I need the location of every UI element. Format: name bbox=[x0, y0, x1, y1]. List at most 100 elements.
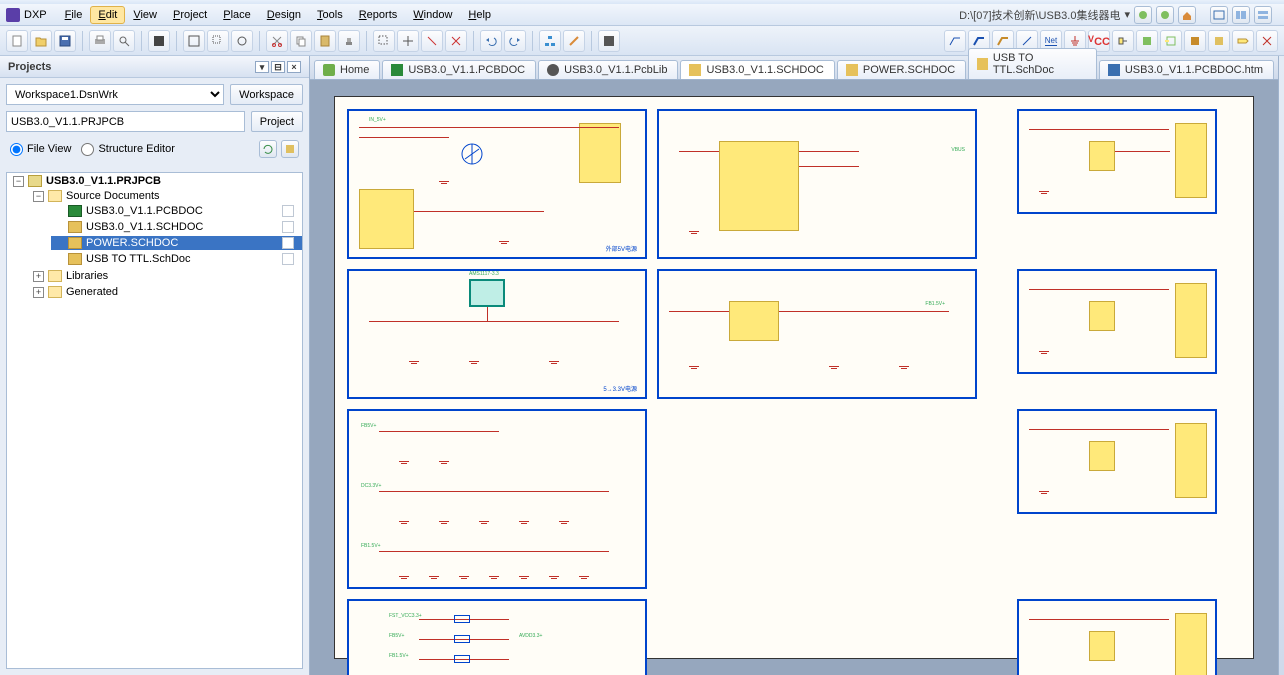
home-icon bbox=[323, 64, 335, 76]
nav-home-button[interactable] bbox=[1178, 6, 1196, 24]
net-tie-block: FST_VCC3.3+ FB5V+ FB1.5V+ AVDD3.3+ bbox=[347, 599, 647, 675]
print-button[interactable] bbox=[89, 30, 111, 52]
zoom-area-button[interactable] bbox=[207, 30, 229, 52]
doc-status-icon bbox=[282, 253, 294, 265]
tree-source-documents[interactable]: −Source Documents bbox=[31, 189, 302, 203]
htm-icon bbox=[1108, 64, 1120, 76]
preview-button[interactable] bbox=[113, 30, 135, 52]
menu-edit[interactable]: Edit bbox=[90, 6, 125, 24]
sch-icon bbox=[846, 64, 858, 76]
tab-usb-to-ttl-schdoc[interactable]: USB TO TTL.SchDoc bbox=[968, 48, 1097, 79]
tree-doc-usb3-0-v1-1-pcbdoc[interactable]: USB3.0_V1.1.PCBDOC bbox=[51, 204, 302, 218]
deselect-button[interactable] bbox=[421, 30, 443, 52]
tree-generated[interactable]: +Generated bbox=[31, 285, 302, 299]
menu-view[interactable]: View bbox=[125, 6, 165, 24]
cut-button[interactable] bbox=[266, 30, 288, 52]
project-button[interactable]: Project bbox=[251, 111, 303, 132]
path-text: D:\[07]技术创新\USB3.0集线器电 bbox=[959, 7, 1120, 23]
doc-status-icon bbox=[282, 221, 294, 233]
redo-button[interactable] bbox=[504, 30, 526, 52]
sch-icon bbox=[689, 64, 701, 76]
menu-place[interactable]: Place bbox=[215, 6, 259, 24]
harness-connector-button[interactable] bbox=[1208, 30, 1230, 52]
tree-doc-usb-to-ttl-schdoc[interactable]: USB TO TTL.SchDoc bbox=[51, 252, 302, 266]
sheet-symbol-button[interactable] bbox=[1136, 30, 1158, 52]
menu-reports[interactable]: Reports bbox=[351, 6, 406, 24]
file-view-radio[interactable]: File View bbox=[10, 143, 71, 156]
select-button[interactable] bbox=[373, 30, 395, 52]
tab-usb3-0-v1-1-pcbdoc[interactable]: USB3.0_V1.1.PCBDOC bbox=[382, 60, 536, 79]
tab-power-schdoc[interactable]: POWER.SCHDOC bbox=[837, 60, 966, 79]
cross-probe-button[interactable] bbox=[563, 30, 585, 52]
dxp-menu[interactable]: DXP bbox=[6, 8, 47, 22]
zoom-selected-button[interactable] bbox=[231, 30, 253, 52]
paste-button[interactable] bbox=[314, 30, 336, 52]
dxp-label: DXP bbox=[24, 9, 47, 21]
doc-status-icon bbox=[282, 237, 294, 249]
current-path: D:\[07]技术创新\USB3.0集线器电 ▾ bbox=[959, 6, 1278, 24]
compile-button[interactable] bbox=[148, 30, 170, 52]
workspace-button[interactable]: Workspace bbox=[230, 84, 303, 105]
sch-icon bbox=[977, 58, 988, 70]
structure-editor-radio[interactable]: Structure Editor bbox=[81, 143, 174, 156]
tab-usb3-0-v1-1-schdoc[interactable]: USB3.0_V1.1.SCHDOC bbox=[680, 60, 834, 79]
part-button[interactable] bbox=[1112, 30, 1134, 52]
save-button[interactable] bbox=[54, 30, 76, 52]
workspace-select[interactable]: Workspace1.DsnWrk bbox=[6, 84, 224, 105]
projects-panel: Projects ▾ ⊟ × Workspace1.DsnWrk Workspa… bbox=[0, 56, 310, 675]
decoupling-block: FB5V+ DC3.3V+ FB1.5V+ bbox=[347, 409, 647, 589]
nav-back-button[interactable] bbox=[1134, 6, 1152, 24]
device-sheet-button[interactable] bbox=[1184, 30, 1206, 52]
refresh-icon[interactable] bbox=[259, 140, 277, 158]
hub-ic-block: VBUS bbox=[657, 109, 977, 259]
clear-filter-button[interactable] bbox=[445, 30, 467, 52]
document-tabs: HomeUSB3.0_V1.1.PCBDOCUSB3.0_V1.1.PcbLib… bbox=[310, 56, 1278, 80]
tree-project-root[interactable]: −USB3.0_V1.1.PRJPCB bbox=[11, 174, 302, 188]
pcb-icon bbox=[391, 64, 403, 76]
right-dock-strip[interactable] bbox=[1278, 56, 1284, 675]
panel-header: Projects ▾ ⊟ × bbox=[0, 56, 309, 78]
layout-button-1[interactable] bbox=[1210, 6, 1228, 24]
sheet-entry-button[interactable] bbox=[1160, 30, 1182, 52]
tab-usb3-0-v1-1-pcbdoc-htm[interactable]: USB3.0_V1.1.PCBDOC.htm bbox=[1099, 60, 1274, 79]
copy-button[interactable] bbox=[290, 30, 312, 52]
panel-menu-icon[interactable]: ▾ bbox=[255, 61, 269, 73]
schematic-canvas[interactable]: IN_5V+ 外部5V电源 VBUS bbox=[310, 80, 1278, 675]
new-button[interactable] bbox=[6, 30, 28, 52]
project-input[interactable] bbox=[6, 111, 245, 132]
menu-tools[interactable]: Tools bbox=[309, 6, 351, 24]
panel-close-icon[interactable]: × bbox=[287, 61, 301, 73]
tree-doc-usb3-0-v1-1-schdoc[interactable]: USB3.0_V1.1.SCHDOC bbox=[51, 220, 302, 234]
menu-help[interactable]: Help bbox=[460, 6, 499, 24]
menu-window[interactable]: Window bbox=[405, 6, 460, 24]
no-erc-button[interactable] bbox=[1256, 30, 1278, 52]
path-dropdown[interactable]: ▾ bbox=[1124, 8, 1130, 21]
browse-button[interactable] bbox=[598, 30, 620, 52]
menu-design[interactable]: Design bbox=[259, 6, 309, 24]
tree-libraries[interactable]: +Libraries bbox=[31, 269, 302, 283]
move-button[interactable] bbox=[397, 30, 419, 52]
rubber-stamp-button[interactable] bbox=[338, 30, 360, 52]
dxp-icon bbox=[6, 8, 20, 22]
open-button[interactable] bbox=[30, 30, 52, 52]
tab-usb3-0-v1-1-pcblib[interactable]: USB3.0_V1.1.PcbLib bbox=[538, 60, 678, 79]
menu-file[interactable]: File bbox=[57, 6, 91, 24]
layout-button-3[interactable] bbox=[1254, 6, 1272, 24]
hierarchy-button[interactable] bbox=[539, 30, 561, 52]
menu-project[interactable]: Project bbox=[165, 6, 215, 24]
zoom-fit-button[interactable] bbox=[183, 30, 205, 52]
nav-fwd-button[interactable] bbox=[1156, 6, 1174, 24]
undo-button[interactable] bbox=[480, 30, 502, 52]
tree-doc-power-schdoc[interactable]: POWER.SCHDOC bbox=[51, 236, 302, 250]
layout-button-2[interactable] bbox=[1232, 6, 1250, 24]
wire-button[interactable] bbox=[944, 30, 966, 52]
port-button[interactable] bbox=[1232, 30, 1254, 52]
panel-pin-icon[interactable]: ⊟ bbox=[271, 61, 285, 73]
usb-port-4-block bbox=[1017, 599, 1217, 675]
settings-icon[interactable] bbox=[281, 140, 299, 158]
tab-home[interactable]: Home bbox=[314, 60, 380, 79]
usb-port-1-block bbox=[1017, 109, 1217, 214]
regulator-3v3-block: AMS1117-3.3 5→3.3V电源 bbox=[347, 269, 647, 399]
usb-port-2-block bbox=[1017, 269, 1217, 374]
project-tree[interactable]: −USB3.0_V1.1.PRJPCB−Source DocumentsUSB3… bbox=[6, 172, 303, 669]
